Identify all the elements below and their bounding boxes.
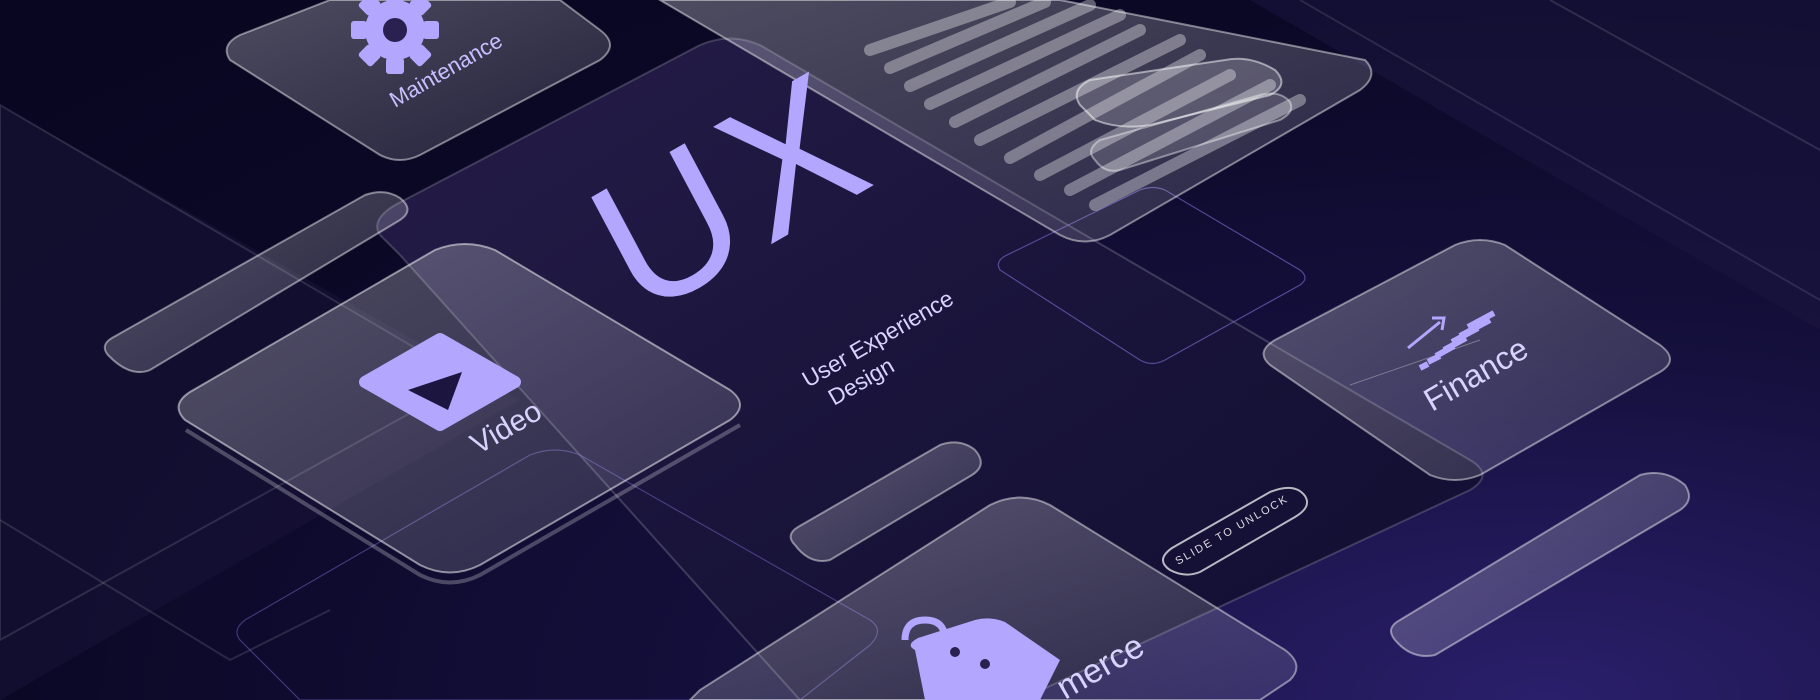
isometric-ux-illustration: Maintenance Video UX User Experience Des… [0, 0, 1820, 700]
